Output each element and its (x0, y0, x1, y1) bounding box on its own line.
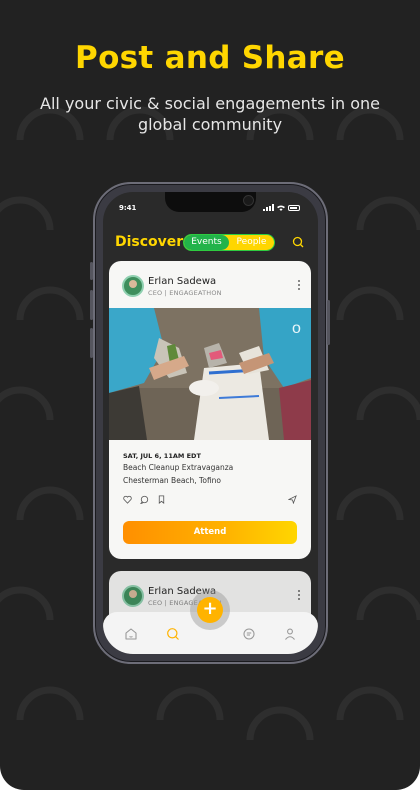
event-title[interactable]: Beach Cleanup Extravaganza (123, 463, 233, 472)
post-author-role: CEO | ENGAGEATHON (148, 289, 222, 297)
post-actions (123, 495, 166, 504)
events-people-toggle[interactable]: Events People (183, 234, 275, 251)
subheadline: All your civic & social engagements in o… (40, 94, 380, 134)
phone-side-button (90, 290, 93, 320)
add-post-button[interactable]: + (197, 597, 223, 623)
status-time: 9:41 (119, 204, 137, 212)
headline: Post and Share (75, 40, 345, 76)
event-post-card[interactable]: Erlan Sadewa CEO | ENGAGEATHON o SAT, JU… (109, 261, 311, 559)
status-icons (263, 204, 300, 211)
svg-text:o: o (292, 320, 301, 337)
wifi-icon (277, 205, 285, 211)
tab-events[interactable]: Events (184, 235, 229, 250)
app-promo-background: Post and Share All your civic & social e… (0, 0, 420, 790)
phone-notch (165, 192, 256, 212)
page-title: Discover (115, 234, 184, 250)
phone-screen: 9:41 Discover Events People Erlan Sadewa… (103, 192, 318, 654)
post-author[interactable]: Erlan Sadewa (148, 276, 216, 287)
search-icon[interactable] (166, 627, 180, 641)
more-options-icon[interactable] (297, 279, 301, 291)
signal-icon (263, 204, 274, 211)
phone-side-button (90, 328, 93, 358)
profile-icon[interactable] (283, 627, 297, 641)
phone-side-button (327, 300, 330, 345)
attend-button[interactable]: Attend (123, 521, 297, 544)
more-options-icon[interactable] (297, 589, 301, 601)
event-photo: o (109, 308, 311, 440)
heart-icon[interactable] (123, 495, 132, 504)
camera-icon (243, 195, 254, 206)
send-icon[interactable] (288, 495, 297, 504)
chat-icon[interactable] (242, 627, 256, 641)
tab-people[interactable]: People (229, 235, 274, 250)
avatar[interactable] (122, 275, 144, 297)
phone-side-button (90, 262, 93, 280)
search-icon[interactable] (292, 236, 304, 248)
bookmark-icon[interactable] (157, 495, 166, 504)
home-icon[interactable] (124, 627, 138, 641)
event-date: SAT, JUL 6, 11AM EDT (123, 452, 201, 460)
event-location: Chesterman Beach, Tofino (123, 476, 222, 485)
battery-icon (288, 204, 300, 211)
comment-icon[interactable] (140, 495, 149, 504)
avatar[interactable] (122, 585, 144, 607)
